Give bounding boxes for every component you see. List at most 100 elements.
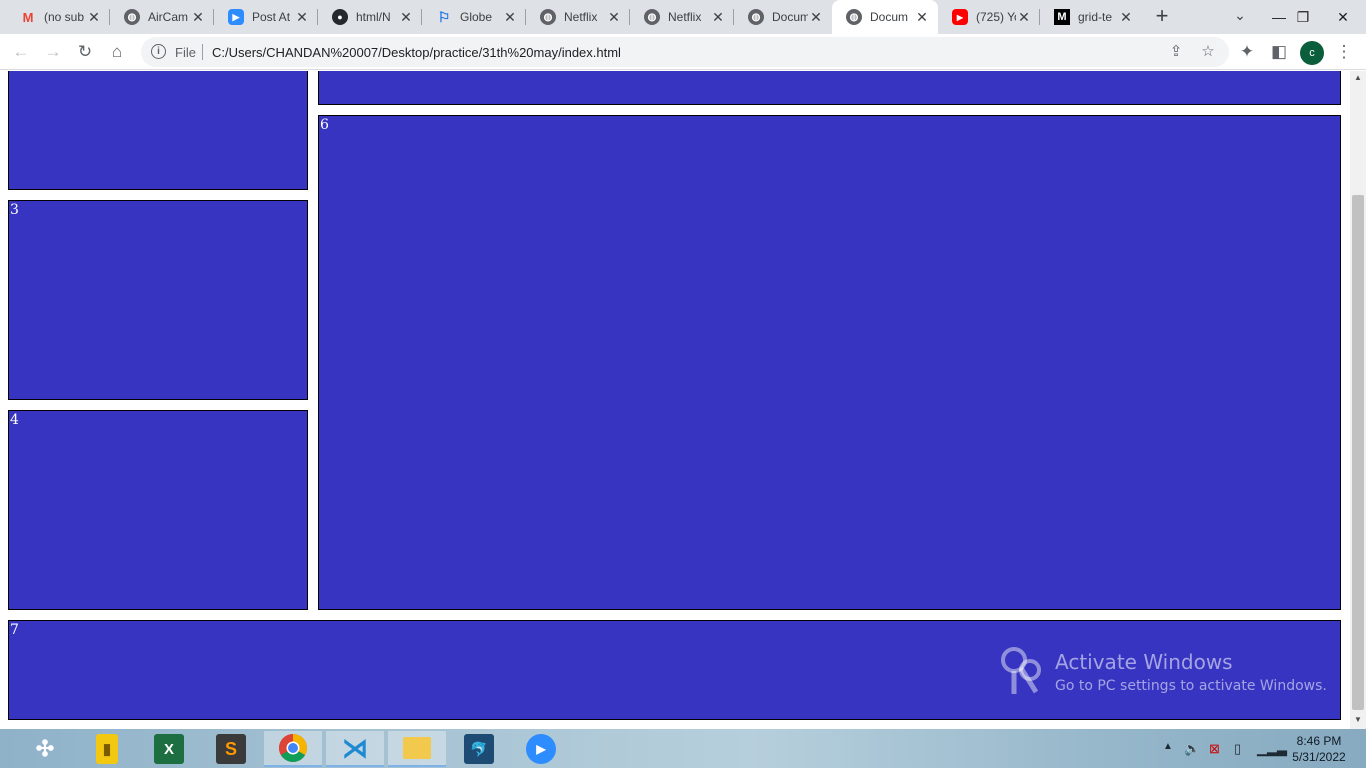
grid-item-5 <box>318 71 1341 105</box>
taskbar-tableau[interactable]: ✣ <box>16 731 74 767</box>
forward-button[interactable]: → <box>41 40 65 64</box>
key-icon <box>1001 647 1041 694</box>
globe-icon: ◍ <box>644 9 660 25</box>
grid-item-6: 6 <box>318 115 1341 610</box>
clock-time: 8:46 PM <box>1296 734 1342 748</box>
close-icon[interactable]: ✕ <box>398 9 414 26</box>
tab-title: Netflix <box>564 10 598 24</box>
medium-icon: M <box>1054 9 1070 25</box>
close-icon[interactable]: ✕ <box>914 9 930 26</box>
tab-title: html/N <box>356 10 391 24</box>
gmail-icon: M <box>22 9 34 25</box>
show-hidden-icons-icon[interactable]: ▲ <box>1163 741 1173 752</box>
powerbi-icon: ▮ <box>96 734 118 764</box>
tab-strip: M (no sub ✕ ◍ AirCam ✕ ▶ Post At ✕ ● htm… <box>0 0 1366 34</box>
github-icon: ● <box>332 9 348 25</box>
battery-icon[interactable]: ▯ <box>1234 741 1241 757</box>
tab-aircam[interactable]: ◍ AirCam ✕ <box>110 0 214 34</box>
windows-taskbar: ✣ ▮ X S ⋊ 🐬 ▶ ▲ 🔈 ⊠ ▯ ▁▂▃ 8:46 PM 5/31/2… <box>0 729 1366 768</box>
zoom-icon: ▶ <box>526 734 556 764</box>
taskbar-chrome[interactable] <box>264 731 322 767</box>
chrome-icon <box>279 734 307 762</box>
zoom-icon: ▶ <box>228 9 244 25</box>
taskbar-file-explorer[interactable] <box>388 731 446 767</box>
close-icon[interactable]: ✕ <box>190 9 206 26</box>
tab-gmail[interactable]: M (no sub ✕ <box>6 0 110 34</box>
grid-item-2 <box>8 71 308 190</box>
tab-title: (725) Yo <box>976 10 1016 24</box>
side-panel-icon[interactable]: ◧ <box>1267 40 1291 64</box>
tab-title: Docum <box>772 10 808 24</box>
network-error-icon[interactable]: ⊠ <box>1209 741 1220 757</box>
taskbar-sublime[interactable]: S <box>202 731 260 767</box>
volume-icon[interactable]: 🔈 <box>1184 741 1200 757</box>
taskbar-excel[interactable]: X <box>140 731 198 767</box>
back-button[interactable]: ← <box>9 40 33 64</box>
tab-title: Netflix <box>668 10 702 24</box>
tab-title: Globe <box>460 10 493 24</box>
close-icon[interactable]: ✕ <box>502 9 518 26</box>
globe-icon: ◍ <box>748 9 764 25</box>
home-button[interactable]: ⌂ <box>105 40 129 64</box>
flag-icon: ⚐ <box>437 8 451 25</box>
activate-windows-watermark: Activate Windows Go to PC settings to ac… <box>1000 646 1330 706</box>
vertical-scrollbar[interactable]: ▲ ▼ <box>1350 71 1366 729</box>
profile-avatar[interactable]: c <box>1300 41 1324 65</box>
tab-search-button[interactable]: ⌄ <box>1230 7 1250 27</box>
watermark-title: Activate Windows <box>1055 650 1233 674</box>
tab-youtube[interactable]: ▶ (725) Yo ✕ <box>938 0 1040 34</box>
tab-title: Docum <box>870 10 909 24</box>
sublime-icon: S <box>216 734 246 764</box>
taskbar-zoom[interactable]: ▶ <box>512 731 570 767</box>
mysql-workbench-icon: 🐬 <box>464 734 494 764</box>
scroll-down-arrow-icon[interactable]: ▼ <box>1350 715 1366 727</box>
vscode-icon: ⋊ <box>342 732 368 763</box>
tab-github[interactable]: ● html/N ✕ <box>318 0 422 34</box>
signal-icon[interactable]: ▁▂▃ <box>1257 741 1287 757</box>
extensions-icon[interactable]: ✦ <box>1235 40 1259 64</box>
close-icon[interactable]: ✕ <box>1118 9 1134 26</box>
url-text[interactable]: C:/Users/CHANDAN%20007/Desktop/practice/… <box>212 45 621 60</box>
clock-date: 5/31/2022 <box>1292 750 1346 764</box>
scroll-thumb[interactable] <box>1352 195 1364 710</box>
taskbar-powerbi[interactable]: ▮ <box>78 731 136 767</box>
tableau-icon: ✣ <box>35 736 55 761</box>
close-icon[interactable]: ✕ <box>1016 9 1032 26</box>
address-bar[interactable]: i File C:/Users/CHANDAN%20007/Desktop/pr… <box>141 37 1229 67</box>
close-icon[interactable]: ✕ <box>294 9 310 26</box>
tab-title: Post At <box>252 10 291 24</box>
tab-netflix-1[interactable]: ◍ Netflix ✕ <box>526 0 630 34</box>
omnibox-separator <box>202 44 203 60</box>
close-window-button[interactable]: ✕ <box>1320 0 1366 34</box>
tab-post-at[interactable]: ▶ Post At ✕ <box>214 0 318 34</box>
page-viewport: 3 4 6 7 Activate Windows Go to PC settin… <box>0 71 1350 729</box>
close-icon[interactable]: ✕ <box>606 9 622 26</box>
menu-icon[interactable]: ⋮ <box>1332 40 1356 64</box>
tab-netflix-2[interactable]: ◍ Netflix ✕ <box>630 0 734 34</box>
new-tab-button[interactable]: + <box>1150 5 1174 29</box>
taskbar-vscode[interactable]: ⋊ <box>326 731 384 767</box>
share-icon[interactable]: ⇪ <box>1166 42 1186 62</box>
close-icon[interactable]: ✕ <box>710 9 726 26</box>
scroll-up-arrow-icon[interactable]: ▲ <box>1350 73 1366 85</box>
tab-globe[interactable]: ⚐ Globe ✕ <box>422 0 526 34</box>
tab-grid-te[interactable]: M grid-te ✕ <box>1040 0 1142 34</box>
browser-toolbar: ← → ↻ ⌂ i File C:/Users/CHANDAN%20007/De… <box>0 34 1366 70</box>
scheme-label: File <box>175 45 196 60</box>
youtube-icon: ▶ <box>952 9 968 25</box>
system-clock[interactable]: 8:46 PM 5/31/2022 <box>1286 733 1352 765</box>
grid-item-3: 3 <box>8 200 308 400</box>
taskbar-mysql-workbench[interactable]: 🐬 <box>450 731 508 767</box>
close-icon[interactable]: ✕ <box>86 9 102 26</box>
tab-document-active[interactable]: ◍ Docum ✕ <box>832 0 938 34</box>
globe-icon: ◍ <box>540 9 556 25</box>
tab-document-1[interactable]: ◍ Docum ✕ <box>734 0 832 34</box>
tab-title: grid-te <box>1078 10 1113 24</box>
tab-title: AirCam <box>148 10 189 24</box>
grid-item-label: 6 <box>320 117 329 133</box>
bookmark-star-icon[interactable]: ☆ <box>1198 42 1218 62</box>
reload-button[interactable]: ↻ <box>73 40 97 64</box>
close-icon[interactable]: ✕ <box>808 9 824 26</box>
grid-item-label: 7 <box>10 622 19 638</box>
info-icon[interactable]: i <box>151 44 166 59</box>
